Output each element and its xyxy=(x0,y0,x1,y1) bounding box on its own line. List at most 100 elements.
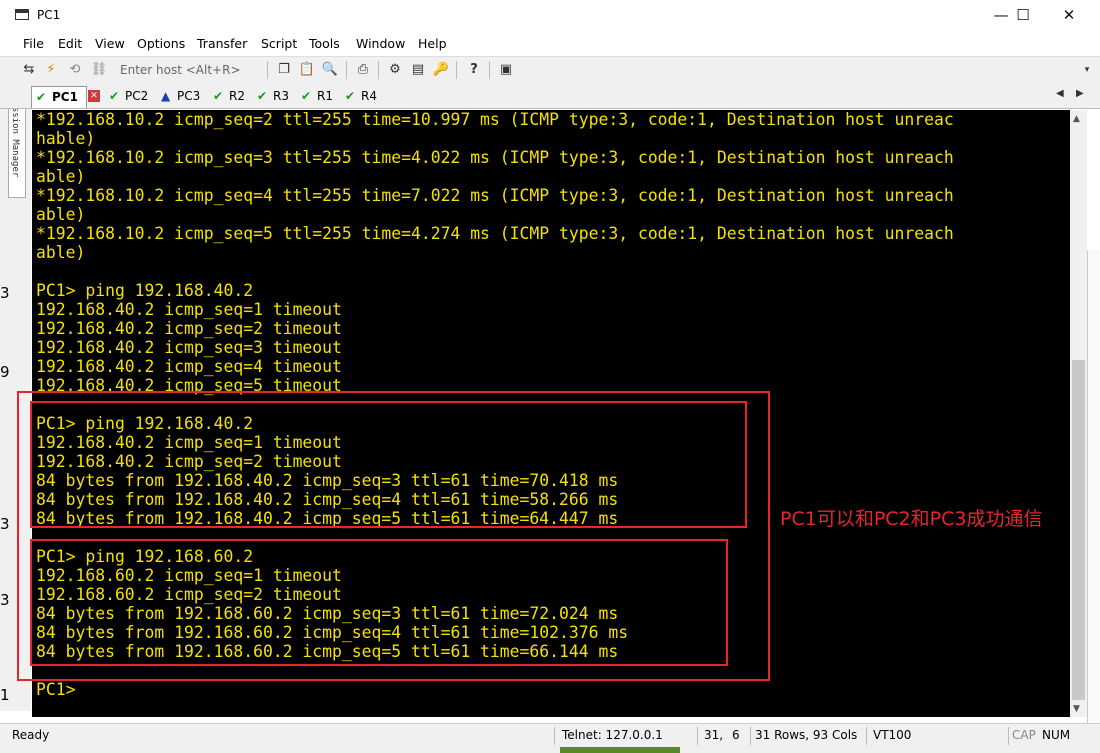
connected-check-icon: ✔ xyxy=(301,89,312,103)
title-bar: PC1 — ☐ ✕ xyxy=(0,0,1100,31)
paste-icon[interactable]: 📋 xyxy=(298,61,316,79)
tab-label: R2 xyxy=(229,89,245,103)
status-row: 31, xyxy=(704,728,724,742)
tab-r3[interactable]: ✔ R3 xyxy=(253,86,295,106)
tab-scroll-left-icon[interactable]: ◀ xyxy=(1056,88,1064,99)
status-bar: Ready Telnet: 127.0.0.1 31, 6 31 Rows, 9… xyxy=(0,723,1100,748)
connect-icon[interactable]: ⇆ xyxy=(20,61,38,79)
background-text: 9 xyxy=(0,363,10,381)
session-tab-bar: ✔ PC1 ✔ PC2 ▲ PC3 ✔ R2 ✔ R3 ✔ R1 ✔ R4 xyxy=(0,84,1100,109)
tab-label: R3 xyxy=(273,89,289,103)
app-icon xyxy=(15,9,29,20)
maximize-button[interactable]: ☐ xyxy=(1000,0,1046,31)
connected-check-icon: ✔ xyxy=(213,89,224,103)
tab-r2[interactable]: ✔ R2 xyxy=(209,86,251,106)
status-size: 31 Rows, 93 Cols xyxy=(755,728,858,742)
scrollbar-thumb[interactable] xyxy=(1072,360,1085,700)
menu-file[interactable]: File xyxy=(23,36,44,51)
terminal-line: 192.168.40.2 icmp_seq=2 timeout xyxy=(36,319,342,338)
menu-transfer[interactable]: Transfer xyxy=(197,36,247,51)
background-text: 3 xyxy=(0,515,10,533)
background-text: 3 xyxy=(0,284,10,302)
settings-gear-icon[interactable]: ⚙ xyxy=(386,61,404,79)
status-ready: Ready xyxy=(12,728,50,742)
toolbar-separator xyxy=(378,61,379,79)
connected-check-icon: ✔ xyxy=(109,89,120,103)
status-connection: Telnet: 127.0.0.1 xyxy=(562,728,663,742)
menu-options[interactable]: Options xyxy=(137,36,185,51)
annotation-pc3-box xyxy=(30,539,728,666)
toolbar-separator xyxy=(267,61,268,79)
terminal-line: *192.168.10.2 icmp_seq=3 ttl=255 time=4.… xyxy=(36,148,954,167)
close-button[interactable]: ✕ xyxy=(1046,0,1092,31)
tab-pc3[interactable]: ▲ PC3 xyxy=(157,86,207,106)
tab-scroll-right-icon[interactable]: ▶ xyxy=(1076,88,1084,99)
quick-connect-icon[interactable]: ⚡ xyxy=(42,61,60,79)
menu-edit[interactable]: Edit xyxy=(58,36,82,51)
terminal-line: PC1> xyxy=(36,680,76,699)
terminal-line: *192.168.10.2 icmp_seq=4 ttl=255 time=7.… xyxy=(36,186,954,205)
reconnect-icon[interactable]: ⟲ xyxy=(66,61,84,79)
window-title: PC1 xyxy=(37,8,61,22)
background-window-edge xyxy=(1087,250,1100,750)
keymap-icon[interactable]: ▤ xyxy=(409,61,427,79)
tab-r1[interactable]: ✔ R1 xyxy=(297,86,339,106)
sftp-icon[interactable]: ▣ xyxy=(497,61,515,79)
terminal-line: able) xyxy=(36,167,86,186)
copy-icon[interactable]: ❐ xyxy=(275,61,293,79)
annotation-pc2-box xyxy=(30,401,747,528)
status-cap: CAP xyxy=(1012,728,1036,742)
menu-script[interactable]: Script xyxy=(261,36,297,51)
menu-tools[interactable]: Tools xyxy=(309,36,340,51)
tab-r4[interactable]: ✔ R4 xyxy=(341,86,383,106)
tab-pc1[interactable]: ✔ PC1 xyxy=(31,86,87,108)
tab-label: R1 xyxy=(317,89,333,103)
tab-label: PC3 xyxy=(177,89,201,103)
tab-close-icon[interactable]: ✕ xyxy=(88,90,100,102)
terminal-line: able) xyxy=(36,205,86,224)
scroll-up-icon[interactable]: ▲ xyxy=(1073,114,1080,124)
tab-label: PC2 xyxy=(125,89,149,103)
tab-label: PC1 xyxy=(52,90,78,104)
warning-icon: ▲ xyxy=(161,89,171,103)
find-icon[interactable]: 🔍 xyxy=(321,61,339,79)
key-icon[interactable]: 🔑 xyxy=(432,61,450,79)
disconnect-icon[interactable]: ⛓ xyxy=(90,61,108,79)
connected-check-icon: ✔ xyxy=(345,89,356,103)
status-divider xyxy=(1008,727,1009,745)
terminal-line: able) xyxy=(36,243,86,262)
background-text: 3 xyxy=(0,591,10,609)
terminal-line: 192.168.40.2 icmp_seq=1 timeout xyxy=(36,300,342,319)
menu-bar: File Edit View Options Transfer Script T… xyxy=(0,31,1100,55)
status-divider xyxy=(750,727,751,745)
connected-check-icon: ✔ xyxy=(36,90,47,104)
host-input[interactable]: Enter host <Alt+R> xyxy=(116,61,268,79)
terminal-line: PC1> ping 192.168.40.2 xyxy=(36,281,254,300)
status-divider xyxy=(697,727,698,745)
terminal-line: hable) xyxy=(36,129,96,148)
terminal-line: 192.168.40.2 icmp_seq=3 timeout xyxy=(36,338,342,357)
wallpaper-fragment xyxy=(560,747,680,753)
connected-check-icon: ✔ xyxy=(257,89,268,103)
status-num: NUM xyxy=(1042,728,1071,742)
status-col: 6 xyxy=(732,728,740,742)
terminal-line: 192.168.40.2 icmp_seq=4 timeout xyxy=(36,357,342,376)
background-text: 1 xyxy=(0,686,10,704)
toolbar-separator xyxy=(346,61,347,79)
annotation-text: PC1可以和PC2和PC3成功通信 xyxy=(780,508,1043,530)
help-icon[interactable]: ? xyxy=(465,61,483,79)
tab-pc2[interactable]: ✔ PC2 xyxy=(105,86,155,106)
toolbar-overflow-icon[interactable]: ▾ xyxy=(1078,61,1096,79)
terminal-line: *192.168.10.2 icmp_seq=2 ttl=255 time=10… xyxy=(36,110,954,129)
terminal-line: *192.168.10.2 icmp_seq=5 ttl=255 time=4.… xyxy=(36,224,954,243)
print-icon[interactable]: ⎙ xyxy=(354,61,372,79)
scroll-down-icon[interactable]: ▼ xyxy=(1073,704,1080,714)
menu-view[interactable]: View xyxy=(95,36,125,51)
toolbar-separator xyxy=(489,61,490,79)
toolbar-separator xyxy=(456,61,457,79)
menu-help[interactable]: Help xyxy=(418,36,447,51)
toolbar: ⇆ ⚡ ⟲ ⛓ Enter host <Alt+R> ❐ 📋 🔍 ⎙ ⚙ ▤ 🔑… xyxy=(0,56,1100,84)
status-divider xyxy=(554,727,555,745)
status-divider xyxy=(866,727,867,745)
menu-window[interactable]: Window xyxy=(356,36,405,51)
